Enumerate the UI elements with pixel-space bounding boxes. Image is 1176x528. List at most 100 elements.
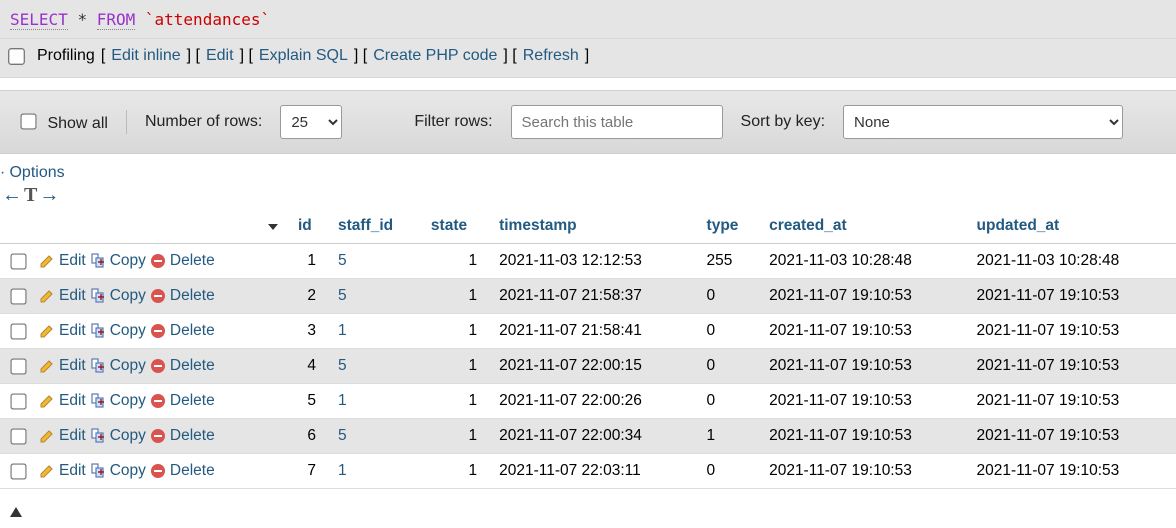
show-all-label: Show all	[47, 115, 107, 132]
show-all-checkbox[interactable]	[20, 113, 36, 129]
row-checkbox[interactable]	[10, 393, 26, 409]
delete-row-link[interactable]: Delete	[150, 322, 215, 340]
copy-icon	[90, 288, 106, 304]
actions-header	[0, 211, 290, 244]
sql-star-glyph: *	[77, 10, 87, 29]
sql-keyword-from: FROM	[97, 10, 136, 30]
results-table: idstaff_idstatetimestamptypecreated_atup…	[0, 211, 1176, 489]
delete-row-link[interactable]: Delete	[150, 287, 215, 305]
options-link[interactable]: Options	[9, 164, 64, 181]
copy-icon	[90, 393, 106, 409]
col-header-state[interactable]: state	[423, 211, 491, 244]
cell-state: 1	[423, 349, 491, 384]
col-header-type[interactable]: type	[699, 211, 762, 244]
delete-icon	[150, 463, 166, 479]
cell-staff_id[interactable]: 5	[330, 419, 423, 454]
edit-row-link[interactable]: Edit	[39, 287, 86, 305]
sql-table-name: `attendances`	[145, 10, 270, 29]
delete-row-link[interactable]: Delete	[150, 392, 215, 410]
cell-staff_id[interactable]: 1	[330, 454, 423, 489]
edit-row-link[interactable]: Edit	[39, 252, 86, 270]
delete-icon	[150, 393, 166, 409]
delete-row-link[interactable]: Delete	[150, 357, 215, 375]
create-php-link[interactable]: Create PHP code	[373, 47, 497, 65]
row-checkbox[interactable]	[10, 358, 26, 374]
copy-row-link[interactable]: Copy	[90, 392, 146, 410]
table-row: Edit Copy Delete2512021-11-07 21:58:3702…	[0, 279, 1176, 314]
cell-staff_id[interactable]: 5	[330, 349, 423, 384]
cell-created_at: 2021-11-07 19:10:53	[761, 419, 968, 454]
cell-type: 0	[699, 384, 762, 419]
cell-updated_at: 2021-11-07 19:10:53	[969, 384, 1176, 419]
col-shift-left-icon[interactable]: ←	[2, 184, 22, 207]
copy-row-link[interactable]: Copy	[90, 462, 146, 480]
edit-row-link[interactable]: Edit	[39, 357, 86, 375]
edit-row-link[interactable]: Edit	[39, 322, 86, 340]
edit-row-link[interactable]: Edit	[39, 462, 86, 480]
cell-updated_at: 2021-11-07 19:10:53	[969, 419, 1176, 454]
row-checkbox[interactable]	[10, 253, 26, 269]
scroll-up-icon[interactable]	[10, 507, 22, 517]
cell-created_at: 2021-11-07 19:10:53	[761, 349, 968, 384]
copy-icon	[90, 428, 106, 444]
cell-updated_at: 2021-11-07 19:10:53	[969, 314, 1176, 349]
row-checkbox[interactable]	[10, 428, 26, 444]
col-header-timestamp[interactable]: timestamp	[491, 211, 698, 244]
pencil-icon	[39, 253, 55, 269]
cell-staff_id[interactable]: 1	[330, 384, 423, 419]
bracket: ] [	[503, 47, 516, 65]
edit-link[interactable]: Edit	[206, 47, 234, 65]
pencil-icon	[39, 323, 55, 339]
edit-row-link[interactable]: Edit	[39, 392, 86, 410]
col-tbar-icon: T	[24, 184, 37, 207]
copy-row-link[interactable]: Copy	[90, 357, 146, 375]
col-header-created_at[interactable]: created_at	[761, 211, 968, 244]
row-checkbox[interactable]	[10, 288, 26, 304]
copy-row-link[interactable]: Copy	[90, 287, 146, 305]
column-order-controls: ← T →	[0, 184, 1176, 211]
cell-staff_id[interactable]: 1	[330, 314, 423, 349]
cell-staff_id[interactable]: 5	[330, 244, 423, 279]
cell-staff_id[interactable]: 5	[330, 279, 423, 314]
delete-icon	[150, 358, 166, 374]
cell-updated_at: 2021-11-07 19:10:53	[969, 279, 1176, 314]
filter-input[interactable]	[511, 105, 723, 139]
copy-row-link[interactable]: Copy	[90, 427, 146, 445]
cell-created_at: 2021-11-07 19:10:53	[761, 454, 968, 489]
table-body: Edit Copy Delete1512021-11-03 12:12:5325…	[0, 244, 1176, 489]
filter-label: Filter rows:	[414, 113, 492, 131]
col-header-staff_id[interactable]: staff_id	[330, 211, 423, 244]
cell-state: 1	[423, 454, 491, 489]
controls-bar: Show all Number of rows: 25 Filter rows:…	[0, 90, 1176, 154]
delete-row-link[interactable]: Delete	[150, 427, 215, 445]
col-header-updated_at[interactable]: updated_at	[969, 211, 1176, 244]
cell-id: 7	[290, 454, 330, 489]
explain-sql-link[interactable]: Explain SQL	[259, 47, 348, 65]
col-shift-right-icon[interactable]: →	[39, 184, 59, 207]
sort-select[interactable]: None	[843, 105, 1123, 139]
edit-row-link[interactable]: Edit	[39, 427, 86, 445]
cell-created_at: 2021-11-03 10:28:48	[761, 244, 968, 279]
table-header: idstaff_idstatetimestamptypecreated_atup…	[0, 211, 1176, 244]
delete-row-link[interactable]: Delete	[150, 252, 215, 270]
cell-timestamp: 2021-11-07 21:58:41	[491, 314, 698, 349]
bracket: ]	[585, 47, 589, 65]
cell-state: 1	[423, 419, 491, 454]
delete-row-link[interactable]: Delete	[150, 462, 215, 480]
col-header-id[interactable]: id	[290, 211, 330, 244]
table-row: Edit Copy Delete5112021-11-07 22:00:2602…	[0, 384, 1176, 419]
row-checkbox[interactable]	[10, 463, 26, 479]
copy-row-link[interactable]: Copy	[90, 322, 146, 340]
refresh-link[interactable]: Refresh	[523, 47, 579, 65]
cell-id: 4	[290, 349, 330, 384]
row-checkbox[interactable]	[10, 323, 26, 339]
edit-inline-link[interactable]: Edit inline	[111, 47, 180, 65]
cell-timestamp: 2021-11-07 22:03:11	[491, 454, 698, 489]
copy-row-link[interactable]: Copy	[90, 252, 146, 270]
cell-id: 1	[290, 244, 330, 279]
rows-select[interactable]: 25	[280, 105, 342, 139]
divider	[126, 110, 127, 134]
profiling-checkbox[interactable]	[8, 48, 25, 65]
cell-state: 1	[423, 279, 491, 314]
copy-icon	[90, 323, 106, 339]
